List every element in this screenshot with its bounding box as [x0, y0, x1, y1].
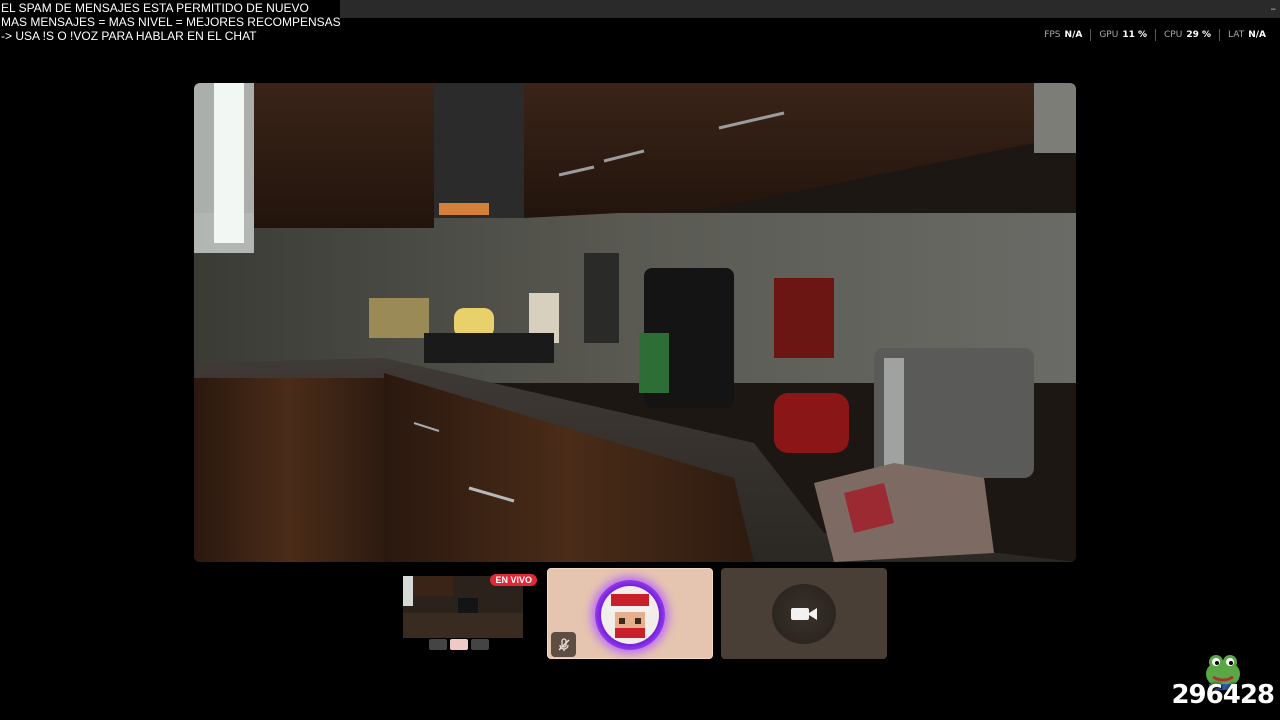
- stat-value: 29 %: [1186, 30, 1212, 40]
- chat-overlay-announcement: EL SPAM DE MENSAJES ESTA PERMITIDO DE NU…: [0, 0, 341, 45]
- main-video-feed[interactable]: [194, 83, 1076, 562]
- viewer-counter: 296428: [1171, 680, 1275, 710]
- avatar: [601, 586, 659, 644]
- participant-thumbnails: EN VIVO: [403, 568, 887, 659]
- mini-control-middle[interactable]: [450, 639, 468, 650]
- stat-fps: FPS N/A: [1036, 30, 1090, 40]
- camera-placeholder: [772, 584, 836, 644]
- mini-control-left[interactable]: [429, 639, 447, 650]
- mini-controls: [429, 639, 489, 650]
- stat-label: CPU: [1164, 30, 1183, 40]
- stat-value: N/A: [1064, 30, 1083, 40]
- stat-gpu: GPU 11 %: [1091, 30, 1155, 40]
- stat-value: 11 %: [1122, 30, 1148, 40]
- overlay-line-1: EL SPAM DE MENSAJES ESTA PERMITIDO DE NU…: [1, 1, 309, 15]
- kitchen-camera-image: [194, 83, 1076, 562]
- speaking-ring: [595, 580, 665, 650]
- stat-label: FPS: [1044, 30, 1061, 40]
- video-camera-icon: [791, 608, 817, 620]
- mini-control-right[interactable]: [471, 639, 489, 650]
- stat-latency: LAT N/A: [1220, 30, 1274, 40]
- camera-off-tile[interactable]: [721, 568, 887, 659]
- live-preview-tile[interactable]: EN VIVO: [403, 568, 539, 652]
- stat-label: LAT: [1228, 30, 1245, 40]
- stat-label: GPU: [1099, 30, 1119, 40]
- performance-stats: FPS N/A GPU 11 % CPU 29 % LAT N/A: [1036, 29, 1274, 41]
- minimize-icon[interactable]: –: [1271, 2, 1277, 15]
- mic-off-icon[interactable]: [551, 632, 576, 657]
- overlay-line-2: MAS MENSAJES = MAS NIVEL = MEJORES RECOM…: [1, 15, 341, 29]
- participant-avatar-tile[interactable]: [547, 568, 713, 659]
- stat-value: N/A: [1248, 30, 1266, 40]
- overlay-line-3: -> USA !S O !VOZ PARA HABLAR EN EL CHAT: [1, 29, 257, 43]
- live-badge: EN VIVO: [490, 574, 537, 586]
- stat-cpu: CPU 29 %: [1156, 30, 1219, 40]
